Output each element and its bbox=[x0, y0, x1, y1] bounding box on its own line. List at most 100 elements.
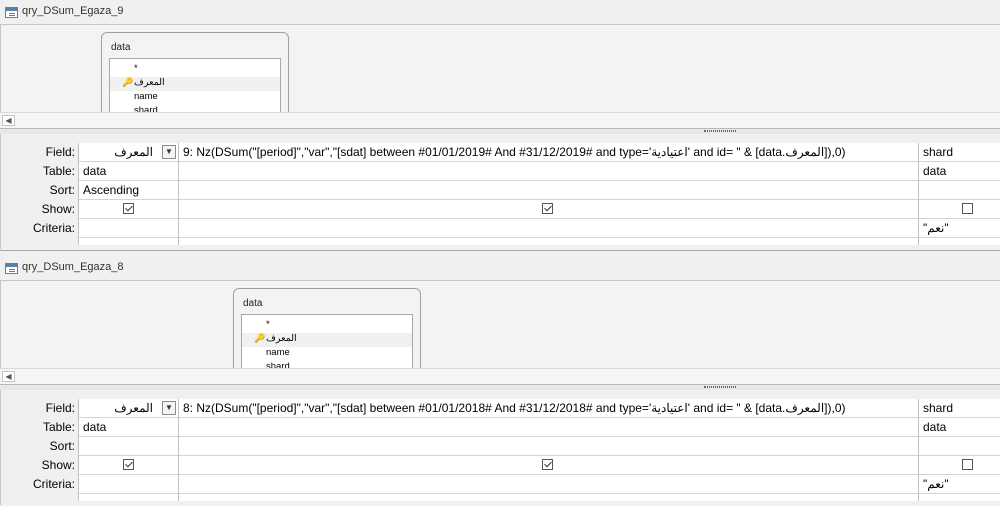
table-value: data bbox=[923, 420, 947, 434]
grid-cell-criteria[interactable] bbox=[179, 219, 918, 238]
field-name: * bbox=[134, 63, 138, 74]
row-label-criteria: Criteria: bbox=[32, 221, 75, 235]
scroll-left-arrow-icon[interactable]: ◀ bbox=[2, 371, 15, 382]
grid-column[interactable]: shard data "نعم" bbox=[918, 143, 1000, 245]
field-item[interactable]: name bbox=[134, 91, 158, 105]
grid-cell-field[interactable]: shard bbox=[919, 399, 1000, 418]
query-design-icon bbox=[5, 7, 18, 18]
criteria-value: "نعم" bbox=[923, 221, 949, 235]
grid-cell-show[interactable] bbox=[179, 456, 918, 475]
primary-key-icon: 🔑 bbox=[122, 77, 134, 87]
row-label-sort: Sort: bbox=[49, 439, 75, 453]
field-item[interactable]: shard bbox=[266, 361, 290, 368]
horizontal-scrollbar[interactable]: ◀ bbox=[0, 368, 1000, 384]
field-item[interactable]: 🔑 المعرف bbox=[110, 77, 280, 91]
field-item[interactable]: * bbox=[134, 63, 138, 77]
field-item[interactable]: name bbox=[266, 347, 290, 361]
field-value: shard bbox=[923, 401, 954, 415]
field-name: * bbox=[266, 319, 270, 330]
chevron-down-icon[interactable]: ▼ bbox=[162, 401, 176, 415]
field-name: name bbox=[134, 91, 158, 102]
show-checkbox[interactable] bbox=[962, 459, 973, 470]
grid-cell-criteria[interactable] bbox=[79, 475, 178, 494]
grid-cell-sort[interactable] bbox=[919, 181, 1000, 200]
grid-cell-sort[interactable]: Ascending bbox=[79, 181, 178, 200]
field-name: shard bbox=[266, 361, 290, 368]
grid-cell-sort[interactable] bbox=[179, 181, 918, 200]
grid-cell-field[interactable]: shard bbox=[919, 143, 1000, 162]
design-grid-pane: Field: Table: Sort: Show: Criteria: المعرف ▼ da… bbox=[0, 134, 1000, 249]
query-title-bar[interactable]: qry_DSum_Egaza_9 bbox=[0, 0, 1000, 24]
horizontal-scrollbar[interactable]: ◀ bbox=[0, 112, 1000, 128]
design-grid: Field: Table: Sort: Show: Criteria: المعرف ▼ da… bbox=[1, 143, 1000, 245]
table-field-list[interactable]: data * 🔑 المعرف name shard bbox=[101, 32, 289, 112]
grid-column[interactable]: 9: Nz(DSum("[period]","var","[sdat] betw… bbox=[178, 143, 918, 245]
design-grid: Field: Table: Sort: Show: Criteria: المعرف ▼ da… bbox=[1, 399, 1000, 501]
table-field-list[interactable]: data * 🔑 المعرف name shard bbox=[233, 288, 421, 368]
grid-cell-table[interactable] bbox=[179, 162, 918, 181]
grid-cell-field[interactable]: 8: Nz(DSum("[period]","var","[sdat] betw… bbox=[179, 399, 918, 418]
grid-column[interactable]: shard data "نعم" bbox=[918, 399, 1000, 501]
field-value: المعرف bbox=[114, 145, 153, 159]
grid-column[interactable]: المعرف ▼ data Ascending bbox=[78, 143, 178, 245]
grid-cell-sort[interactable] bbox=[919, 437, 1000, 456]
table-value: data bbox=[923, 164, 947, 178]
grid-cell-criteria[interactable] bbox=[179, 475, 918, 494]
grid-cell-table[interactable] bbox=[179, 418, 918, 437]
field-value: المعرف bbox=[114, 401, 153, 415]
chevron-down-icon[interactable]: ▼ bbox=[162, 145, 176, 159]
field-value: shard bbox=[923, 145, 954, 159]
row-label-field: Field: bbox=[45, 401, 75, 415]
window-separator bbox=[0, 250, 1000, 256]
grid-cell-field[interactable]: المعرف ▼ bbox=[79, 399, 178, 418]
table-pane[interactable]: data * 🔑 المعرف name shard bbox=[0, 280, 1000, 368]
splitter-grip[interactable] bbox=[704, 130, 736, 132]
grid-cell-criteria[interactable] bbox=[79, 219, 178, 238]
row-label-sort: Sort: bbox=[49, 183, 75, 197]
field-item[interactable]: * bbox=[266, 319, 270, 333]
query-title-bar[interactable]: qry_DSum_Egaza_8 bbox=[0, 256, 1000, 280]
field-list[interactable]: * 🔑 المعرف name shard bbox=[241, 314, 413, 368]
grid-cell-show[interactable] bbox=[79, 200, 178, 219]
row-label-show: Show: bbox=[41, 458, 75, 472]
grid-column[interactable]: 8: Nz(DSum("[period]","var","[sdat] betw… bbox=[178, 399, 918, 501]
grid-cell-sort[interactable] bbox=[179, 437, 918, 456]
field-list[interactable]: * 🔑 المعرف name shard bbox=[109, 58, 281, 112]
field-name: shard bbox=[134, 105, 158, 112]
row-label-field: Field: bbox=[45, 145, 75, 159]
table-name: data bbox=[111, 42, 131, 53]
query-design-icon bbox=[5, 263, 18, 274]
grid-cell-field[interactable]: 9: Nz(DSum("[period]","var","[sdat] betw… bbox=[179, 143, 918, 162]
table-value: data bbox=[83, 164, 107, 178]
show-checkbox[interactable] bbox=[542, 203, 553, 214]
scroll-left-arrow-icon[interactable]: ◀ bbox=[2, 115, 15, 126]
table-pane[interactable]: data * 🔑 المعرف name shard bbox=[0, 24, 1000, 112]
grid-cell-table[interactable]: data bbox=[79, 418, 178, 437]
field-name: المعرف bbox=[134, 77, 165, 88]
grid-cell-show[interactable] bbox=[919, 456, 1000, 475]
field-item[interactable]: 🔑 المعرف bbox=[242, 333, 412, 347]
grid-cell-show[interactable] bbox=[179, 200, 918, 219]
field-item[interactable]: shard bbox=[134, 105, 158, 112]
field-value: 8: Nz(DSum("[period]","var","[sdat] betw… bbox=[183, 401, 846, 415]
splitter-grip[interactable] bbox=[704, 386, 736, 388]
grid-cell-table[interactable]: data bbox=[79, 162, 178, 181]
table-value: data bbox=[83, 420, 107, 434]
grid-cell-show[interactable] bbox=[919, 200, 1000, 219]
grid-cell-table[interactable]: data bbox=[919, 162, 1000, 181]
show-checkbox[interactable] bbox=[962, 203, 973, 214]
grid-cell-sort[interactable] bbox=[79, 437, 178, 456]
show-checkbox[interactable] bbox=[123, 459, 134, 470]
grid-column[interactable]: المعرف ▼ data bbox=[78, 399, 178, 501]
grid-cell-table[interactable]: data bbox=[919, 418, 1000, 437]
show-checkbox[interactable] bbox=[542, 459, 553, 470]
grid-cell-field[interactable]: المعرف ▼ bbox=[79, 143, 178, 162]
table-name: data bbox=[243, 298, 263, 309]
grid-cell-criteria[interactable]: "نعم" bbox=[919, 219, 1000, 238]
query-name: qry_DSum_Egaza_9 bbox=[22, 5, 124, 17]
grid-cell-criteria[interactable]: "نعم" bbox=[919, 475, 1000, 494]
field-name: المعرف bbox=[266, 333, 297, 344]
primary-key-icon: 🔑 bbox=[254, 333, 266, 343]
show-checkbox[interactable] bbox=[123, 203, 134, 214]
grid-cell-show[interactable] bbox=[79, 456, 178, 475]
